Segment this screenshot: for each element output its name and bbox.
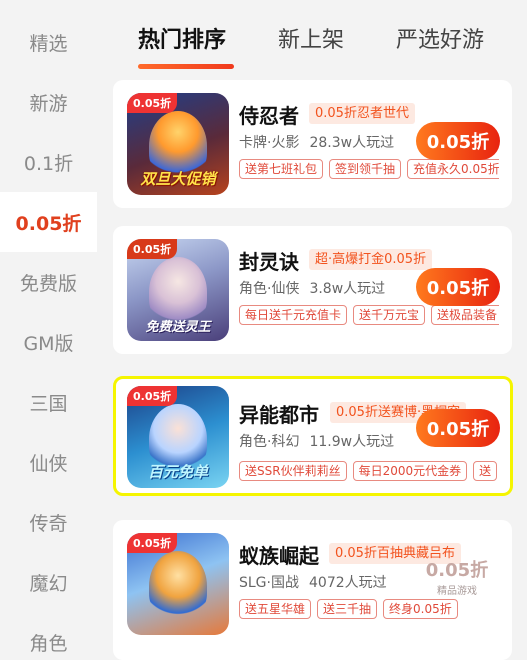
gift-tag: 送极品装备 <box>431 305 499 325</box>
game-meta: 角色·科幻 11.9w人玩过 <box>239 431 404 451</box>
tab-selected[interactable]: 严选好游 <box>396 22 484 54</box>
seal-discount: 0.05折 <box>425 560 489 581</box>
sidebar-item-jingxuan[interactable]: 精选 <box>0 12 97 72</box>
gift-tag: 送五星华雄 <box>239 599 312 619</box>
game-card[interactable]: 0.05折 双旦大促销 侍忍者 0.05折忍者世代 卡牌·火影 28.3w人玩过 … <box>113 80 512 208</box>
gift-tag: 每日2000元代金券 <box>352 461 468 481</box>
sidebar-item-xinyou[interactable]: 新游 <box>0 72 97 132</box>
sidebar-item-mohuan[interactable]: 魔幻 <box>0 552 97 612</box>
active-tab-indicator <box>138 64 234 69</box>
gift-tag: 送SSR伙伴莉莉丝 <box>239 461 347 481</box>
tab-hot[interactable]: 热门排序 <box>138 22 226 54</box>
play-count: 11.9w人玩过 <box>309 434 395 450</box>
thumb-banner-text: 免费送灵王 <box>145 320 211 335</box>
game-meta: SLG·国战 4072人玩过 <box>239 572 397 592</box>
thumb-banner-text: 双旦大促销 <box>140 170 216 188</box>
game-thumbnail: 0.05折 <box>127 533 229 635</box>
discount-button[interactable]: 0.05折 <box>416 268 500 306</box>
sidebar-item-0-05-zhe[interactable]: 0.05折 <box>0 192 97 252</box>
tab-new[interactable]: 新上架 <box>278 22 344 54</box>
game-thumbnail: 0.05折 百元免单 <box>127 386 229 488</box>
sort-tabs: 热门排序 新上架 严选好游 <box>98 0 527 75</box>
thumb-discount-badge: 0.05折 <box>127 533 178 553</box>
game-card[interactable]: 0.05折 免费送灵王 封灵诀 超·高爆打金0.05折 角色·仙侠 3.8w人玩过… <box>113 226 512 354</box>
gift-tag: 每日送千元充值卡 <box>239 305 348 325</box>
play-count: 28.3w人玩过 <box>309 135 395 151</box>
seal-label: 精品游戏 <box>437 586 477 597</box>
thumb-discount-badge: 0.05折 <box>127 386 178 406</box>
thumb-discount-badge: 0.05折 <box>127 239 178 259</box>
sidebar-item-juese[interactable]: 角色 <box>0 612 97 660</box>
gift-tags: 送SSR伙伴莉莉丝 每日2000元代金券送 <box>239 460 509 482</box>
game-category: 角色·仙侠 <box>239 281 300 297</box>
gift-tag: 充值永久0.05折 <box>407 159 499 179</box>
game-title: 侍忍者 <box>239 104 299 128</box>
game-category: 卡牌·火影 <box>239 135 300 151</box>
gift-tags: 每日送千元充值卡 送千万元宝 送极品装备 <box>239 304 499 326</box>
game-card-highlighted[interactable]: 0.05折 百元免单 异能都市 0.05折送赛博·黑桐究 角色·科幻 11.9w人… <box>113 376 513 496</box>
gift-tags: 送第七班礼包 签到领千抽 充值永久0.05折 <box>239 158 499 180</box>
game-card[interactable]: 0.05折 蚁族崛起 0.05折百抽典藏吕布 SLG·国战 4072人玩过 送五星… <box>113 520 512 660</box>
promo-badge: 0.05折忍者世代 <box>309 103 415 124</box>
gift-tag: 送三千抽 <box>317 599 378 619</box>
thumb-banner-text: 百元免单 <box>147 463 208 481</box>
play-count: 3.8w人玩过 <box>309 281 386 297</box>
game-meta: 角色·仙侠 3.8w人玩过 <box>239 278 395 298</box>
sidebar-item-0-1-zhe[interactable]: 0.1折 <box>0 132 97 192</box>
game-meta: 卡牌·火影 28.3w人玩过 <box>239 132 404 152</box>
game-thumbnail: 0.05折 免费送灵王 <box>127 239 229 341</box>
game-title: 封灵诀 <box>239 250 299 274</box>
category-sidebar: 精选 新游 0.1折 0.05折 免费版 GM版 三国 仙侠 传奇 魔幻 角色 <box>0 12 97 660</box>
play-count: 4072人玩过 <box>309 575 387 591</box>
sidebar-item-free[interactable]: 免费版 <box>0 252 97 312</box>
discount-button[interactable]: 0.05折 <box>416 122 500 160</box>
character-art <box>149 551 207 621</box>
gift-tag: 送第七班礼包 <box>239 159 324 179</box>
game-title: 异能都市 <box>239 403 319 427</box>
gift-tag: 送 <box>473 461 498 481</box>
game-title: 蚁族崛起 <box>239 544 319 568</box>
sidebar-item-chuanqi[interactable]: 传奇 <box>0 492 97 552</box>
sidebar-item-gm[interactable]: GM版 <box>0 312 97 372</box>
quality-seal: 0.05折 精品游戏 <box>418 556 496 612</box>
promo-badge: 超·高爆打金0.05折 <box>309 249 433 270</box>
sidebar-item-sanguo[interactable]: 三国 <box>0 372 97 432</box>
sidebar-item-xianxia[interactable]: 仙侠 <box>0 432 97 492</box>
discount-button[interactable]: 0.05折 <box>416 409 500 447</box>
gift-tag: 送千万元宝 <box>353 305 426 325</box>
gift-tag: 签到领千抽 <box>329 159 402 179</box>
game-thumbnail: 0.05折 双旦大促销 <box>127 93 229 195</box>
game-category: 角色·科幻 <box>239 434 300 450</box>
thumb-discount-badge: 0.05折 <box>127 93 178 113</box>
game-category: SLG·国战 <box>239 575 299 591</box>
